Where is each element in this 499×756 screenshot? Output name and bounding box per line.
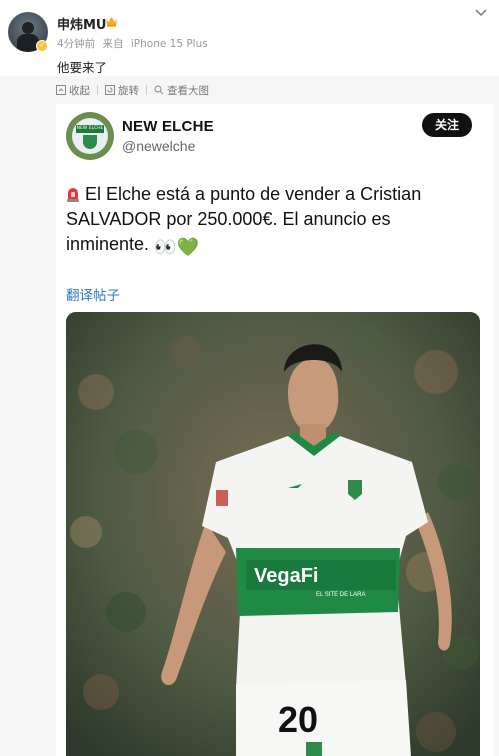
account-handle[interactable]: @newelche: [122, 138, 195, 154]
sleeve-patch-icon: [216, 490, 228, 506]
avatar-logo-text: NEW ELCHE: [76, 125, 104, 133]
view-large-button[interactable]: 查看大图: [154, 83, 209, 98]
image-viewer: 收起 旋转 查看大图 NEW ELCHE NEW ELCHE @newelche: [0, 76, 499, 756]
divider: [146, 85, 147, 95]
account-avatar[interactable]: NEW ELCHE: [66, 112, 114, 160]
siren-icon: [67, 188, 79, 202]
sponsor-text: VegaFi: [254, 565, 318, 587]
post-text: 他要来了: [57, 60, 108, 75]
rotate-icon: [105, 85, 115, 95]
chevron-down-icon[interactable]: [475, 8, 487, 18]
shorts-badge-icon: [306, 742, 322, 756]
sponsor-subtext: EL SITE DE LARA: [316, 592, 365, 598]
rotate-label: 旋转: [118, 84, 139, 97]
username[interactable]: 申炜MU: [57, 14, 107, 33]
post-source[interactable]: iPhone 15 Plus: [131, 38, 208, 50]
translate-post-link[interactable]: 翻译帖子: [66, 284, 120, 304]
elche-crest-icon: [83, 135, 97, 149]
post-time: 4分钟前: [57, 38, 96, 50]
account-name[interactable]: NEW ELCHE: [122, 118, 214, 135]
post-meta: 4分钟前 来自 iPhone 15 Plus: [57, 36, 212, 51]
zoom-icon: [154, 85, 164, 95]
follow-button[interactable]: 关注: [422, 113, 472, 137]
collapse-label: 收起: [69, 84, 90, 97]
post-header: ✓ 申炜MU 4分钟前 来自 iPhone 15 Plus 他要来了: [0, 0, 499, 80]
image-toolbar: 收起 旋转 查看大图: [56, 81, 209, 99]
post-body-text: El Elche está a punto de vender a Cristi…: [66, 184, 422, 254]
rotate-button[interactable]: 旋转: [105, 83, 139, 98]
player-photo-illustration: VegaFi EL SITE DE LARA 20: [66, 312, 480, 756]
crown-icon: [106, 17, 117, 27]
collapse-icon: [56, 85, 66, 95]
collapse-button[interactable]: 收起: [56, 83, 90, 98]
embedded-post-card: NEW ELCHE NEW ELCHE @newelche 关注 El Elch…: [56, 104, 493, 756]
eyes-heart-emoji: 👀💚: [154, 237, 199, 257]
player-photo[interactable]: VegaFi EL SITE DE LARA 20: [66, 312, 480, 756]
source-prefix: 来自: [102, 38, 124, 50]
post-body: El Elche está a punto de vender a Cristi…: [66, 182, 476, 260]
verified-badge-icon: ✓: [36, 40, 48, 52]
divider: [97, 85, 98, 95]
view-large-label: 查看大图: [167, 84, 209, 97]
shorts-number: 20: [278, 699, 318, 740]
